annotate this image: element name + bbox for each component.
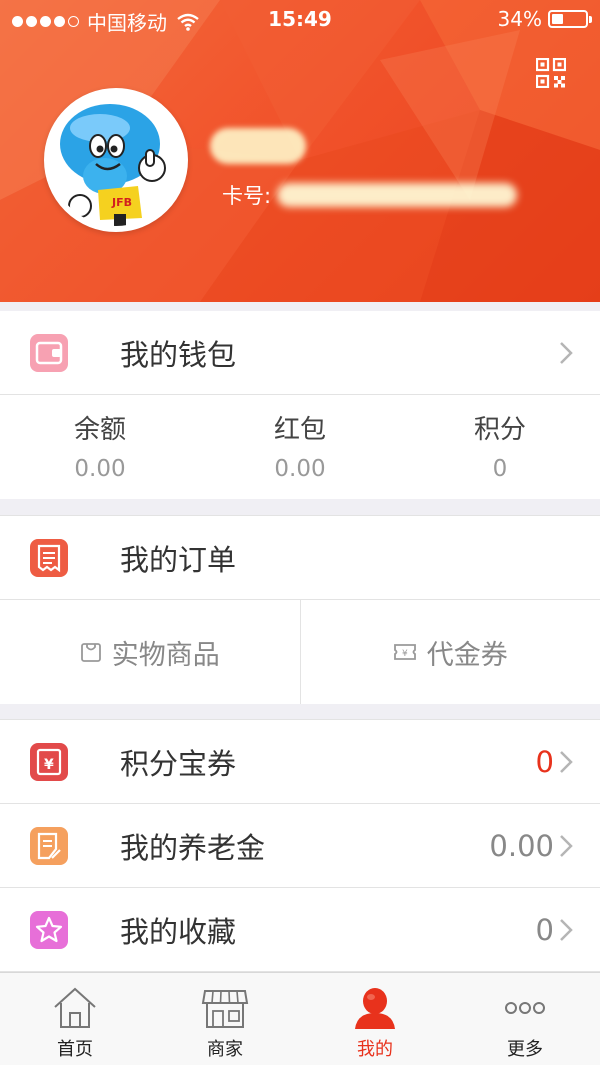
stat-balance[interactable]: 余额 0.00 [0,395,200,499]
card-number-row: 卡号: [222,180,518,210]
chevron-right-icon [560,341,573,364]
store-icon [201,990,249,1028]
stat-red-packet[interactable]: 红包 0.00 [200,395,400,499]
tab-label: 商家 [207,1039,243,1060]
wallet-title: 我的钱包 [120,337,237,372]
tab-vouchers[interactable]: ¥ 代金券 [299,600,600,704]
wallet-row[interactable]: 我的钱包 [0,311,600,395]
menu-value: 0 [535,912,554,947]
stat-value: 0.00 [274,456,326,482]
card-number-redacted [277,183,518,207]
status-bar: 中国移动 15:49 34% [0,0,600,40]
menu-value: 0.00 [489,828,554,863]
home-icon [54,987,96,1028]
orders-title: 我的订单 [120,542,237,577]
battery-icon [548,10,592,28]
orders-row[interactable]: 我的订单 [0,516,600,600]
person-icon [355,988,395,1029]
wallet-icon [30,334,68,372]
order-tabs: 实物商品 ¥ 代金券 [0,600,600,704]
avatar[interactable]: JFB [44,88,188,232]
more-icon [505,1002,545,1014]
mascot-avatar-icon: JFB [50,94,182,226]
wallet-stats: 余额 0.00 红包 0.00 积分 0 [0,395,600,499]
stat-label: 积分 [473,415,526,445]
tab-physical-goods[interactable]: 实物商品 [0,600,300,704]
battery-percent: 34% [497,7,542,31]
menu-item-favorites[interactable]: 我的收藏 0 [0,888,600,972]
tab-mine[interactable]: 我的 [300,973,450,1065]
menu-item-pension[interactable]: 我的养老金 0.00 [0,804,600,888]
document-edit-icon [30,827,68,865]
wallet-section: 我的钱包 余额 0.00 红包 0.00 积分 0 [0,311,600,499]
stat-value: 0.00 [74,456,126,482]
username-redacted [210,128,306,164]
tab-label: 首页 [57,1039,93,1060]
receipt-icon [30,539,68,577]
tab-label: 实物商品 [111,639,220,671]
stat-points[interactable]: 积分 0 [400,395,600,499]
bag-icon [80,643,101,662]
menu-label: 我的收藏 [120,914,237,949]
menu-value: 0 [535,744,554,779]
profile-header: 中国移动 15:49 34% JFB 卡号: [0,0,600,302]
tab-label: 更多 [507,1039,543,1060]
menu-item-points-coupons[interactable]: ¥ 积分宝券 0 [0,720,600,804]
tab-label: 我的 [357,1039,393,1060]
menu-label: 我的养老金 [120,830,266,865]
qr-code-icon[interactable] [536,58,566,88]
chevron-right-icon [560,750,573,773]
stat-label: 红包 [273,415,326,445]
star-icon [30,911,68,949]
menu-label: 积分宝券 [120,746,237,781]
stat-value: 0 [492,456,508,482]
voucher-icon: ¥ [393,644,416,660]
bottom-tab-bar: 首页 商家 我的 更多 [0,972,600,1065]
chevron-right-icon [560,918,573,941]
stat-label: 余额 [73,415,126,445]
tab-label: 代金券 [426,639,508,671]
menu-section: ¥ 积分宝券 0 我的养老金 0.00 我的收藏 0 [0,719,600,972]
chevron-right-icon [560,834,573,857]
tab-home[interactable]: 首页 [0,973,150,1065]
tab-more[interactable]: 更多 [450,973,600,1065]
card-number-label: 卡号: [222,184,272,208]
orders-section: 我的订单 实物商品 ¥ 代金券 [0,515,600,704]
svg-text:¥: ¥ [44,757,54,773]
svg-text:JFB: JFB [111,196,132,209]
tab-merchants[interactable]: 商家 [150,973,300,1065]
svg-text:¥: ¥ [402,649,408,659]
yuan-ticket-icon: ¥ [30,743,68,781]
